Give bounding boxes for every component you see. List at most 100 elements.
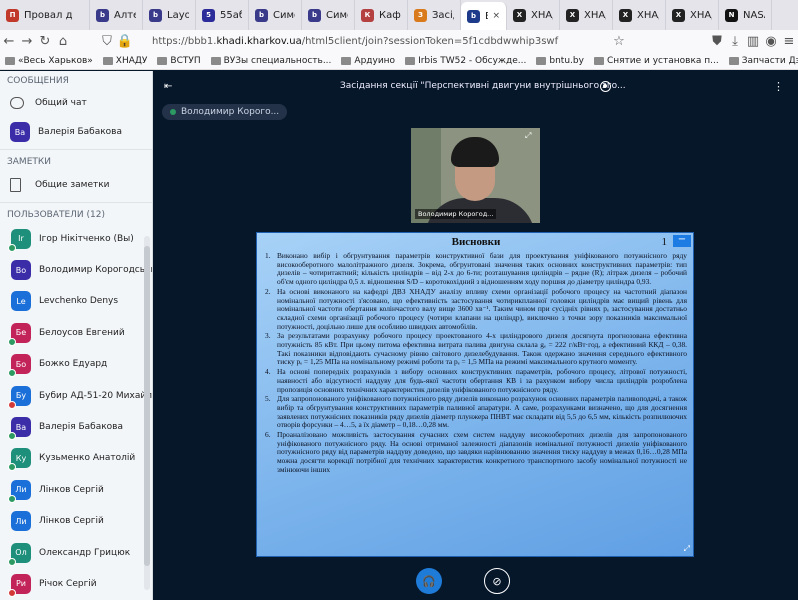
browser-tab[interactable]: b Симо [249, 0, 302, 30]
browser-tab[interactable]: П Провал д [0, 0, 90, 30]
user-list-toggle-icon[interactable]: ⇤ [164, 81, 172, 92]
shared-notes-item[interactable]: Общие заметки [0, 170, 152, 200]
slide-item-text: За результатами розрахунку робочого проц… [277, 331, 687, 367]
shield-icon[interactable]: ⛉ [98, 34, 116, 49]
messages-section-title: СООБЩЕНИЯ [7, 76, 69, 86]
user-status-icon [8, 588, 16, 597]
browser-tab[interactable]: Х ХНАД [560, 0, 613, 30]
user-list-item[interactable]: Le Levchenko Denys [0, 286, 152, 317]
user-list-item[interactable]: Ли Лінков Сергій [0, 506, 152, 537]
browser-toolbar: ← → ↻ ⌂ ⛉ 🔒 https://bbb1.khadi.kharkov.u… [0, 30, 798, 52]
fullscreen-icon[interactable]: ⤢ [684, 544, 690, 554]
browser-tab[interactable]: Х ХНАД [507, 0, 560, 30]
user-list-item[interactable]: Ли Лінков Сергій [0, 474, 152, 505]
browser-tab[interactable]: N NASA [719, 0, 772, 30]
close-tab-icon[interactable]: × [492, 11, 500, 21]
audio-button[interactable]: 🎧 [416, 568, 442, 594]
user-list-item[interactable]: Ол Олександр Грицюк [0, 537, 152, 568]
bookmark-item[interactable]: ВСТУП [152, 56, 205, 66]
menu-icon[interactable]: ≡ [780, 34, 798, 49]
browser-tab[interactable]: З Засід [408, 0, 461, 30]
tab-label: Кафе [379, 9, 401, 21]
public-chat-item[interactable]: Общий чат [0, 89, 152, 117]
share-webcam-button[interactable]: ⊘ [484, 568, 510, 594]
user-list-item[interactable]: Бо Божко Едуард [0, 349, 152, 380]
back-icon[interactable]: ← [0, 34, 18, 49]
slide-item-text: Проаналізовано можливість застосування с… [277, 430, 687, 474]
avatar: Во [11, 260, 31, 281]
bookmark-item[interactable]: «Весь Харьков» [0, 56, 98, 66]
user-list-item[interactable]: Ку Кузьменко Анатолій [0, 443, 152, 474]
slide-item-text: Для запропонованого уніфікованого потужн… [277, 394, 687, 430]
slide-list-item: 1. Виконано вибір і обгрунтування парамет… [265, 251, 687, 287]
avatar: Бе [8, 322, 31, 346]
bookmark-label: Irbis TW52 - Обсужде... [418, 55, 527, 66]
private-chat-item[interactable]: Ва Валерія Бабакова [0, 117, 152, 147]
bookmark-item[interactable]: Снятие и установка п... [589, 56, 724, 66]
talking-indicator-icon [170, 109, 176, 115]
reload-icon[interactable]: ↻ [36, 34, 54, 49]
folder-icon [102, 56, 113, 65]
home-icon[interactable]: ⌂ [54, 34, 72, 49]
library-icon[interactable]: ▥ [744, 34, 762, 49]
avatar: Ли [11, 511, 31, 532]
tab-label: NASA [743, 9, 765, 21]
lock-icon[interactable]: 🔒 [116, 34, 134, 49]
browser-tab[interactable]: b Layo [143, 0, 196, 30]
avatar-initials: Le [16, 296, 26, 306]
user-list-item[interactable]: Ir Ігор Нікітченко (Вы) [0, 223, 152, 254]
url-field[interactable]: https://bbb1.khadi.kharkov.ua/html5clien… [152, 36, 572, 47]
browser-tab[interactable]: b Від вос × [461, 2, 507, 30]
expand-icon[interactable]: ⤢ [525, 131, 531, 141]
webcam-video[interactable]: Володимир Корогод... [411, 128, 540, 223]
browser-tab[interactable]: b Алте [90, 0, 143, 30]
account-icon[interactable]: ◉ [762, 34, 780, 49]
download-icon[interactable]: ⤓ [726, 34, 744, 49]
presenter-pill[interactable]: Володимир Корого... [162, 104, 288, 120]
browser-tab[interactable]: b Симо [302, 0, 355, 30]
bookmark-item[interactable]: bntu.by [531, 56, 589, 66]
bookmark-label: «Весь Харьков» [18, 55, 93, 66]
tab-favicon-icon: b [96, 8, 109, 22]
avatar-initials: Ол [15, 548, 27, 558]
webcam-name-label: Володимир Корогод... [415, 209, 497, 219]
bookmark-item[interactable]: ВУЗы специальность... [206, 56, 337, 66]
user-list-scrollbar[interactable] [144, 236, 150, 590]
browser-tab[interactable]: 5 55аб [196, 0, 249, 30]
user-status-icon [8, 432, 16, 441]
avatar-initials: Бу [15, 391, 27, 401]
scrollbar-thumb[interactable] [144, 246, 150, 566]
presentation-slide[interactable]: Висновки 1 − 1. Виконано вибір і обгрунту… [256, 232, 694, 557]
record-icon[interactable] [600, 81, 611, 92]
browser-tab[interactable]: Х ХНАД [666, 0, 719, 30]
bookmark-label: ВУЗы специальность... [223, 55, 332, 66]
users-section-title: ПОЛЬЗОВАТЕЛИ (12) [7, 210, 105, 220]
avatar-initials: Ку [15, 453, 27, 463]
tab-label: Симо [326, 9, 348, 21]
slide-item-number: 1. [265, 251, 271, 260]
user-list-item[interactable]: Ва Валерія Бабакова [0, 411, 152, 442]
options-menu-icon[interactable]: ⋮ [773, 80, 784, 93]
browser-tab[interactable]: Х ХНАД [613, 0, 666, 30]
bookmark-star-icon[interactable]: ☆ [610, 34, 628, 49]
minimize-presentation-button[interactable]: − [673, 235, 691, 247]
avatar-initials: Бо [15, 359, 27, 369]
user-list-item[interactable]: Ри Річок Сергій [0, 568, 152, 599]
bookmark-item[interactable]: Запчасти Дэу Нубира... [724, 56, 798, 66]
bookmarks-bar: «Весь Харьков» ХНАДУ ВСТУП ВУЗы специальнос… [0, 52, 798, 70]
bookmark-item[interactable]: ХНАДУ [98, 56, 153, 66]
tab-favicon-icon: b [255, 8, 268, 22]
slide-item-text: На основі попередніх розрахунків з вибор… [277, 367, 687, 394]
user-list-item[interactable]: Бе Белоусов Евгений [0, 317, 152, 348]
forward-icon[interactable]: → [18, 34, 36, 49]
bookmark-item[interactable]: Ардуино [336, 56, 400, 66]
pocket-icon[interactable]: ⛊ [708, 34, 726, 49]
browser-tab[interactable]: К Кафе [355, 0, 408, 30]
shared-notes-label: Общие заметки [35, 180, 110, 190]
bookmark-item[interactable]: Irbis TW52 - Обсужде... [400, 56, 531, 66]
folder-icon [405, 56, 416, 65]
user-list-item[interactable]: Бу Бубир АД-51-20 Михайло [0, 380, 152, 411]
tab-favicon-icon: Х [672, 8, 685, 22]
user-list-item[interactable]: Во Володимир Корогодський [0, 254, 152, 285]
user-status-icon [8, 463, 16, 472]
